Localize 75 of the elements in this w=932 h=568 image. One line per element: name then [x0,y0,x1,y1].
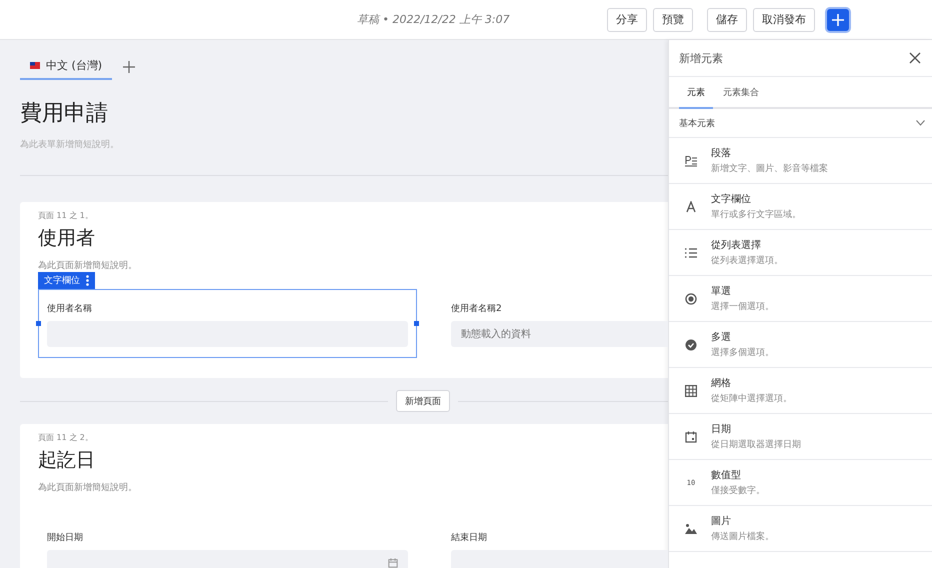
element-description: 從列表選擇選項。 [711,254,783,267]
element-title: 多選 [711,331,732,344]
close-button[interactable] [909,52,921,64]
element-title: 從列表選擇 [711,238,762,252]
page-description: 為此頁面新增簡短說明。 [38,260,138,272]
page-title: 使用者 [38,226,96,251]
add-page-button[interactable]: 新增頁面 [396,390,450,412]
element-title: 段落 [711,146,732,160]
draft-status: 草稿 • 2022/12/22 上午 3:07 [357,12,511,27]
flag-icon [30,62,40,69]
selected-field-frame[interactable]: 使用者名稱 [38,289,417,358]
element-list-item[interactable]: 文字欄位 單行或多行文字區域。 [669,184,932,230]
element-list-item[interactable]: 段落 新增文字、圖片、影音等檔案 [669,138,932,184]
check-circle-icon [685,338,697,350]
add-language-icon[interactable] [122,60,136,74]
page-counter: 頁面 11 之 1。 [38,210,94,221]
close-icon [909,52,921,64]
form-title: 費用申請 [20,100,109,128]
form-field[interactable]: 使用者名稱2 動態載入的資料 [442,289,668,358]
field-label: 結束日期 [451,532,488,544]
section-title: 基本元素 [679,118,715,130]
grid-icon [685,384,697,396]
element-list-item[interactable]: 從列表選擇 從列表選擇選項。 [669,230,932,276]
element-list-item[interactable]: 圖片 傳送圖片檔案。 [669,506,932,552]
plus-icon [832,14,844,26]
language-tab[interactable]: 中文 (台灣) [20,54,112,80]
toolbar-button[interactable]: 儲存 [707,8,747,32]
element-description: 選擇多個選項。 [711,346,774,359]
field-label: 開始日期 [47,532,84,544]
element-list-item[interactable]: 多選 選擇多個選項。 [669,322,932,368]
resize-handle[interactable] [36,321,41,326]
element-type-label: 文字欄位 [44,274,80,287]
panel-tab[interactable]: 元素 [679,77,713,109]
element-description: 單行或多行文字區域。 [711,208,801,221]
element-description: 傳送圖片檔案。 [711,530,774,543]
calendar-icon [388,558,398,568]
more-options-icon[interactable] [86,275,89,286]
field-label: 使用者名稱 [47,302,93,315]
element-list-item[interactable]: 日期 從日期選取器選擇日期 [669,414,932,460]
radio-icon [685,292,697,304]
page-title: 起訖日 [38,448,96,473]
resize-handle[interactable] [414,321,419,326]
page-description: 為此頁面新增簡短說明。 [38,482,138,494]
element-list-item[interactable]: 單選 選擇一個選項。 [669,276,932,322]
image-icon [685,522,697,534]
panel-tab[interactable]: 元素集合 [715,77,767,109]
element-description: 僅接受數字。 [711,484,765,497]
list-icon [685,246,697,258]
form-field[interactable]: 結束日期 [442,518,668,568]
toolbar-button[interactable]: 分享 [607,8,647,32]
element-title: 文字欄位 [711,192,752,206]
toolbar-button[interactable]: 預覽 [653,8,693,32]
form-field[interactable]: 開始日期 [38,518,417,568]
form-description: 為此表單新增簡短說明。 [20,138,120,151]
element-title: 單選 [711,285,732,298]
selected-element-tag[interactable]: 文字欄位 [38,272,95,289]
element-description: 新增文字、圖片、影音等檔案 [711,162,828,175]
element-list-item[interactable]: 網格 從矩陣中選擇選項。 [669,368,932,414]
calendar-icon [685,430,697,442]
element-description: 從矩陣中選擇選項。 [711,392,792,405]
element-title: 數值型 [711,468,742,482]
section-header[interactable]: 基本元素 [669,109,932,138]
element-description: 從日期選取器選擇日期 [711,438,801,451]
toolbar-button[interactable]: 取消發布 [753,8,815,32]
field-label: 使用者名稱2 [451,302,503,315]
add-button[interactable] [827,8,849,30]
element-description: 選擇一個選項。 [711,300,774,313]
element-title: 圖片 [711,514,732,528]
paragraph-icon [685,154,697,166]
text-field[interactable]: 動態載入的資料 [451,321,668,347]
panel-title: 新增元素 [679,50,723,66]
page-counter: 頁面 11 之 2。 [38,432,94,443]
letter-icon [685,200,697,212]
element-title: 日期 [711,422,732,436]
element-title: 網格 [711,376,732,390]
